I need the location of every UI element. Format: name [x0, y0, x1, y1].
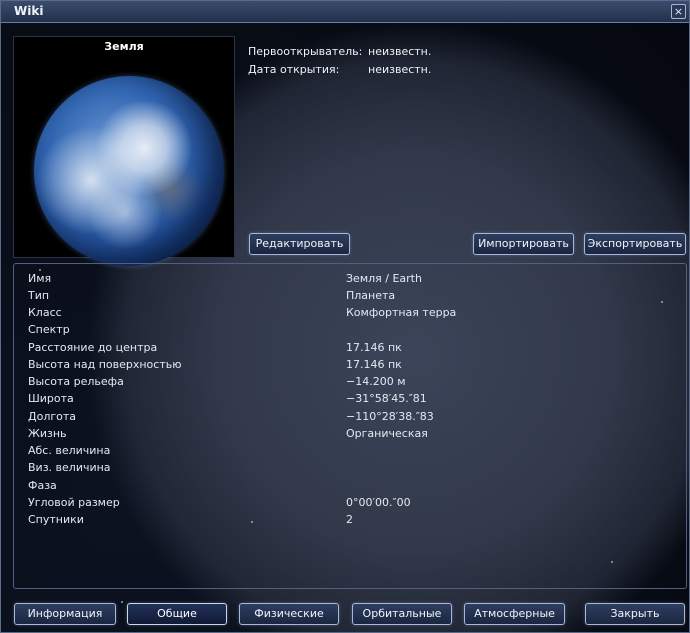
tab-general[interactable]: Общие — [127, 603, 227, 625]
discovery-date-row: Дата открытия: неизвестн. — [248, 61, 431, 79]
property-key: Расстояние до центра — [28, 341, 158, 354]
edit-button[interactable]: Редактировать — [249, 233, 350, 255]
property-value: −14.200 м — [346, 375, 406, 388]
title-bar[interactable]: Wiki × — [1, 1, 689, 23]
property-value: Комфортная терра — [346, 306, 457, 319]
earth-image — [34, 76, 224, 266]
property-key: Абс. величина — [28, 444, 111, 457]
property-value: Земля / Earth — [346, 272, 422, 285]
star — [121, 601, 123, 603]
object-image-label: Земля — [104, 40, 144, 53]
property-key: Высота над поверхностью — [28, 358, 182, 371]
tab-physical[interactable]: Физические — [239, 603, 339, 625]
discoverer-value: неизвестн. — [368, 45, 432, 58]
discovery-info: Первооткрыватель: неизвестн. Дата открыт… — [248, 43, 431, 79]
import-button[interactable]: Импортировать — [473, 233, 574, 255]
property-value: 2 — [346, 513, 353, 526]
property-value: Планета — [346, 289, 396, 302]
close-icon[interactable]: × — [671, 4, 686, 19]
property-key: Тип — [28, 289, 50, 302]
tab-orbital[interactable]: Орбитальные — [352, 603, 452, 625]
property-key: Высота рельефа — [28, 375, 124, 388]
property-key: Долгота — [28, 410, 77, 423]
tab-info[interactable]: Информация — [14, 603, 116, 625]
property-key: Жизнь — [28, 427, 67, 440]
discovery-date-value: неизвестн. — [368, 63, 432, 76]
property-value: 17.146 пк — [346, 341, 402, 354]
property-key: Угловой размер — [28, 496, 120, 509]
property-value: −110°28′38.″83 — [346, 410, 434, 423]
wiki-window: Wiki × Земля Первооткрыватель: неизвестн… — [0, 0, 690, 633]
property-value: −31°58′45.″81 — [346, 392, 427, 405]
property-value: 17.146 пк — [346, 358, 402, 371]
export-button[interactable]: Экспортировать — [584, 233, 686, 255]
discovery-date-label: Дата открытия: — [248, 63, 340, 76]
property-value: Органическая — [346, 427, 428, 440]
discoverer-label: Первооткрыватель: — [248, 45, 363, 58]
window-title: Wiki — [14, 4, 44, 18]
property-key: Спектр — [28, 323, 70, 336]
property-key: Имя — [28, 272, 52, 285]
discoverer-row: Первооткрыватель: неизвестн. — [248, 43, 431, 61]
property-key: Спутники — [28, 513, 84, 526]
property-key: Фаза — [28, 479, 57, 492]
property-value: 0°00′00.″00 — [346, 496, 411, 509]
property-key: Виз. величина — [28, 461, 111, 474]
close-button[interactable]: Закрыть — [585, 603, 685, 625]
property-key: Широта — [28, 392, 74, 405]
object-image: Земля — [13, 36, 235, 266]
tab-atmospheric[interactable]: Атмосферные — [464, 603, 565, 625]
property-key: Класс — [28, 306, 62, 319]
properties-panel: Имя Земля / Earth Тип Планета Класс Комфорт… — [13, 263, 687, 589]
